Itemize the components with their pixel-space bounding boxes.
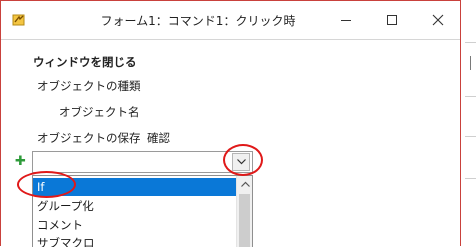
option-group[interactable]: グループ化 bbox=[33, 197, 237, 215]
macro-window: フォーム1：コマンド1：クリック時 ウィンドウを閉じる オブジェクトの種類 オブ… bbox=[0, 0, 461, 247]
background-divider bbox=[465, 136, 476, 137]
param-object-type-label: オブジェクトの種類 bbox=[37, 79, 141, 93]
chevron-up-icon bbox=[241, 181, 250, 187]
close-icon bbox=[432, 14, 444, 26]
minimize-button[interactable] bbox=[323, 1, 369, 39]
plus-icon: ✚ bbox=[15, 154, 26, 169]
close-button[interactable] bbox=[415, 1, 461, 39]
maximize-icon bbox=[387, 15, 397, 25]
param-object-name-label: オブジェクト名 bbox=[59, 105, 140, 119]
param-save-value[interactable]: 確認 bbox=[147, 130, 170, 146]
annotation-circle-dropdown-button bbox=[223, 144, 263, 176]
minimize-icon bbox=[341, 20, 351, 21]
background-divider bbox=[465, 178, 476, 179]
background-divider bbox=[470, 56, 471, 70]
option-submacro[interactable]: サブマクロ bbox=[33, 234, 237, 247]
maximize-button[interactable] bbox=[369, 1, 415, 39]
background-divider bbox=[465, 42, 476, 43]
background-pane bbox=[461, 0, 476, 246]
param-save-label: オブジェクトの保存 bbox=[37, 131, 141, 145]
new-action-combobox[interactable] bbox=[32, 151, 253, 173]
background-divider bbox=[465, 96, 476, 97]
scroll-thumb[interactable] bbox=[239, 194, 250, 247]
action-name[interactable]: ウィンドウを閉じる bbox=[33, 54, 137, 70]
annotation-circle-if-option bbox=[17, 171, 76, 198]
scroll-up-button[interactable] bbox=[237, 176, 252, 192]
title-bar: フォーム1：コマンド1：クリック時 bbox=[1, 1, 460, 40]
option-comment[interactable]: コメント bbox=[33, 216, 237, 234]
dropdown-scrollbar[interactable] bbox=[236, 176, 252, 247]
